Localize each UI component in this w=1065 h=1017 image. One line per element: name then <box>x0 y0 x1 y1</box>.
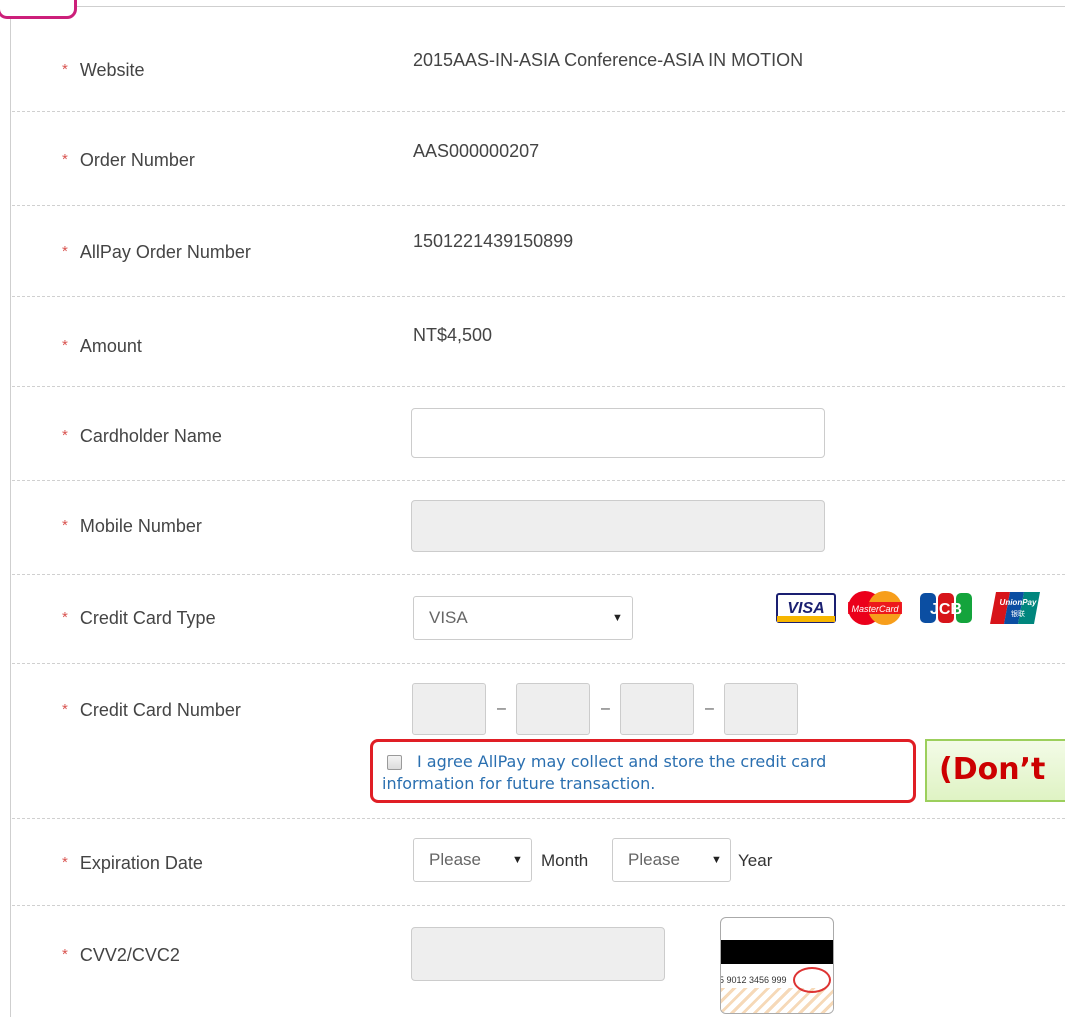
expiration-date-label: * Expiration Date <box>62 853 203 874</box>
svg-text:UnionPay: UnionPay <box>1000 598 1037 607</box>
row-divider <box>12 480 1065 481</box>
required-mark: * <box>62 854 68 871</box>
callout-text: (Don’t <box>939 752 1046 787</box>
website-value: 2015AAS-IN-ASIA Conference-ASIA IN MOTIO… <box>413 50 804 70</box>
agree-checkbox[interactable] <box>387 755 402 770</box>
row-divider <box>12 663 1065 664</box>
row-divider <box>12 205 1065 206</box>
card-number-separator: – <box>497 700 506 717</box>
chevron-down-icon: ▼ <box>711 854 722 866</box>
amount-label: * Amount <box>62 336 142 357</box>
required-mark: * <box>62 337 68 354</box>
cardholder-name-label: * Cardholder Name <box>62 426 222 447</box>
cvv-label-text: CVV2/CVC2 <box>79 945 180 965</box>
row-divider <box>12 296 1065 297</box>
card-number-input-4[interactable] <box>724 683 798 735</box>
year-label: Year <box>738 851 773 870</box>
credit-card-type-selected: VISA <box>429 608 468 627</box>
expiration-month-select[interactable]: Please ▼ <box>413 838 532 882</box>
svg-text:MasterCard: MasterCard <box>851 604 899 614</box>
cvv-input[interactable] <box>411 927 665 981</box>
row-divider <box>12 574 1065 575</box>
agree-text: I agree AllPay may collect and store the… <box>382 752 827 793</box>
cvv-hint-image: 5 9012 3456 999 <box>720 917 834 1014</box>
cardholder-name-input[interactable] <box>411 408 825 458</box>
cvv-label: * CVV2/CVC2 <box>62 945 180 966</box>
month-label: Month <box>541 851 589 870</box>
cvv-circle-highlight <box>793 967 831 993</box>
credit-card-number-label-text: Credit Card Number <box>79 700 241 720</box>
credit-card-type-select[interactable]: VISA ▼ <box>413 596 633 640</box>
mobile-number-label: * Mobile Number <box>62 516 202 537</box>
expiration-year-selected: Please <box>628 850 680 869</box>
credit-card-type-label-text: Credit Card Type <box>79 608 216 628</box>
required-mark: * <box>62 427 68 444</box>
order-number-value: AAS000000207 <box>413 141 540 161</box>
card-number-separator: – <box>705 700 714 717</box>
card-number-separator: – <box>601 700 610 717</box>
expiration-month-selected: Please <box>429 850 481 869</box>
expiration-year-select[interactable]: Please ▼ <box>612 838 731 882</box>
chevron-down-icon: ▼ <box>512 854 523 866</box>
card-number-input-1[interactable] <box>412 683 486 735</box>
row-divider <box>12 111 1065 112</box>
allpay-order-number-value: 1501221439150899 <box>413 231 574 251</box>
svg-text:银联: 银联 <box>1011 609 1025 618</box>
callout-note: (Don’t <box>925 739 1065 802</box>
visa-logo-icon: VISA <box>776 593 836 623</box>
cardholder-name-label-text: Cardholder Name <box>79 426 222 446</box>
amount-value: NT$4,500 <box>413 325 493 345</box>
row-divider <box>12 818 1065 819</box>
credit-card-type-label: * Credit Card Type <box>62 608 216 629</box>
required-mark: * <box>62 946 68 963</box>
card-number-input-3[interactable] <box>620 683 694 735</box>
magnetic-strip <box>721 940 833 964</box>
required-mark: * <box>62 243 68 260</box>
required-mark: * <box>62 609 68 626</box>
chevron-down-icon: ▼ <box>612 612 623 624</box>
row-divider <box>12 386 1065 387</box>
mobile-number-input[interactable] <box>411 500 825 552</box>
allpay-order-number-label: * AllPay Order Number <box>62 242 251 263</box>
order-number-label: * Order Number <box>62 150 195 171</box>
unionpay-logo-icon: UnionPay 银联 <box>990 592 1040 624</box>
cvv-sample-digits: 5 9012 3456 999 <box>720 975 787 985</box>
required-mark: * <box>62 701 68 718</box>
required-mark: * <box>62 517 68 534</box>
row-divider <box>12 905 1065 906</box>
website-label-text: Website <box>79 60 145 80</box>
jcb-logo-icon: JCB <box>920 593 972 623</box>
amount-label-text: Amount <box>79 336 142 356</box>
svg-text:JCB: JCB <box>930 601 962 618</box>
expiration-date-label-text: Expiration Date <box>79 853 203 873</box>
allpay-order-number-label-text: AllPay Order Number <box>79 242 251 262</box>
mobile-number-label-text: Mobile Number <box>79 516 202 536</box>
card-number-input-2[interactable] <box>516 683 590 735</box>
svg-text:VISA: VISA <box>787 600 824 617</box>
website-label: * Website <box>62 60 145 81</box>
required-mark: * <box>62 151 68 168</box>
corner-tab-decoration <box>0 0 77 19</box>
mastercard-logo-icon: MasterCard <box>848 591 902 625</box>
required-mark: * <box>62 61 68 78</box>
order-number-label-text: Order Number <box>79 150 195 170</box>
credit-card-number-label: * Credit Card Number <box>62 700 241 721</box>
